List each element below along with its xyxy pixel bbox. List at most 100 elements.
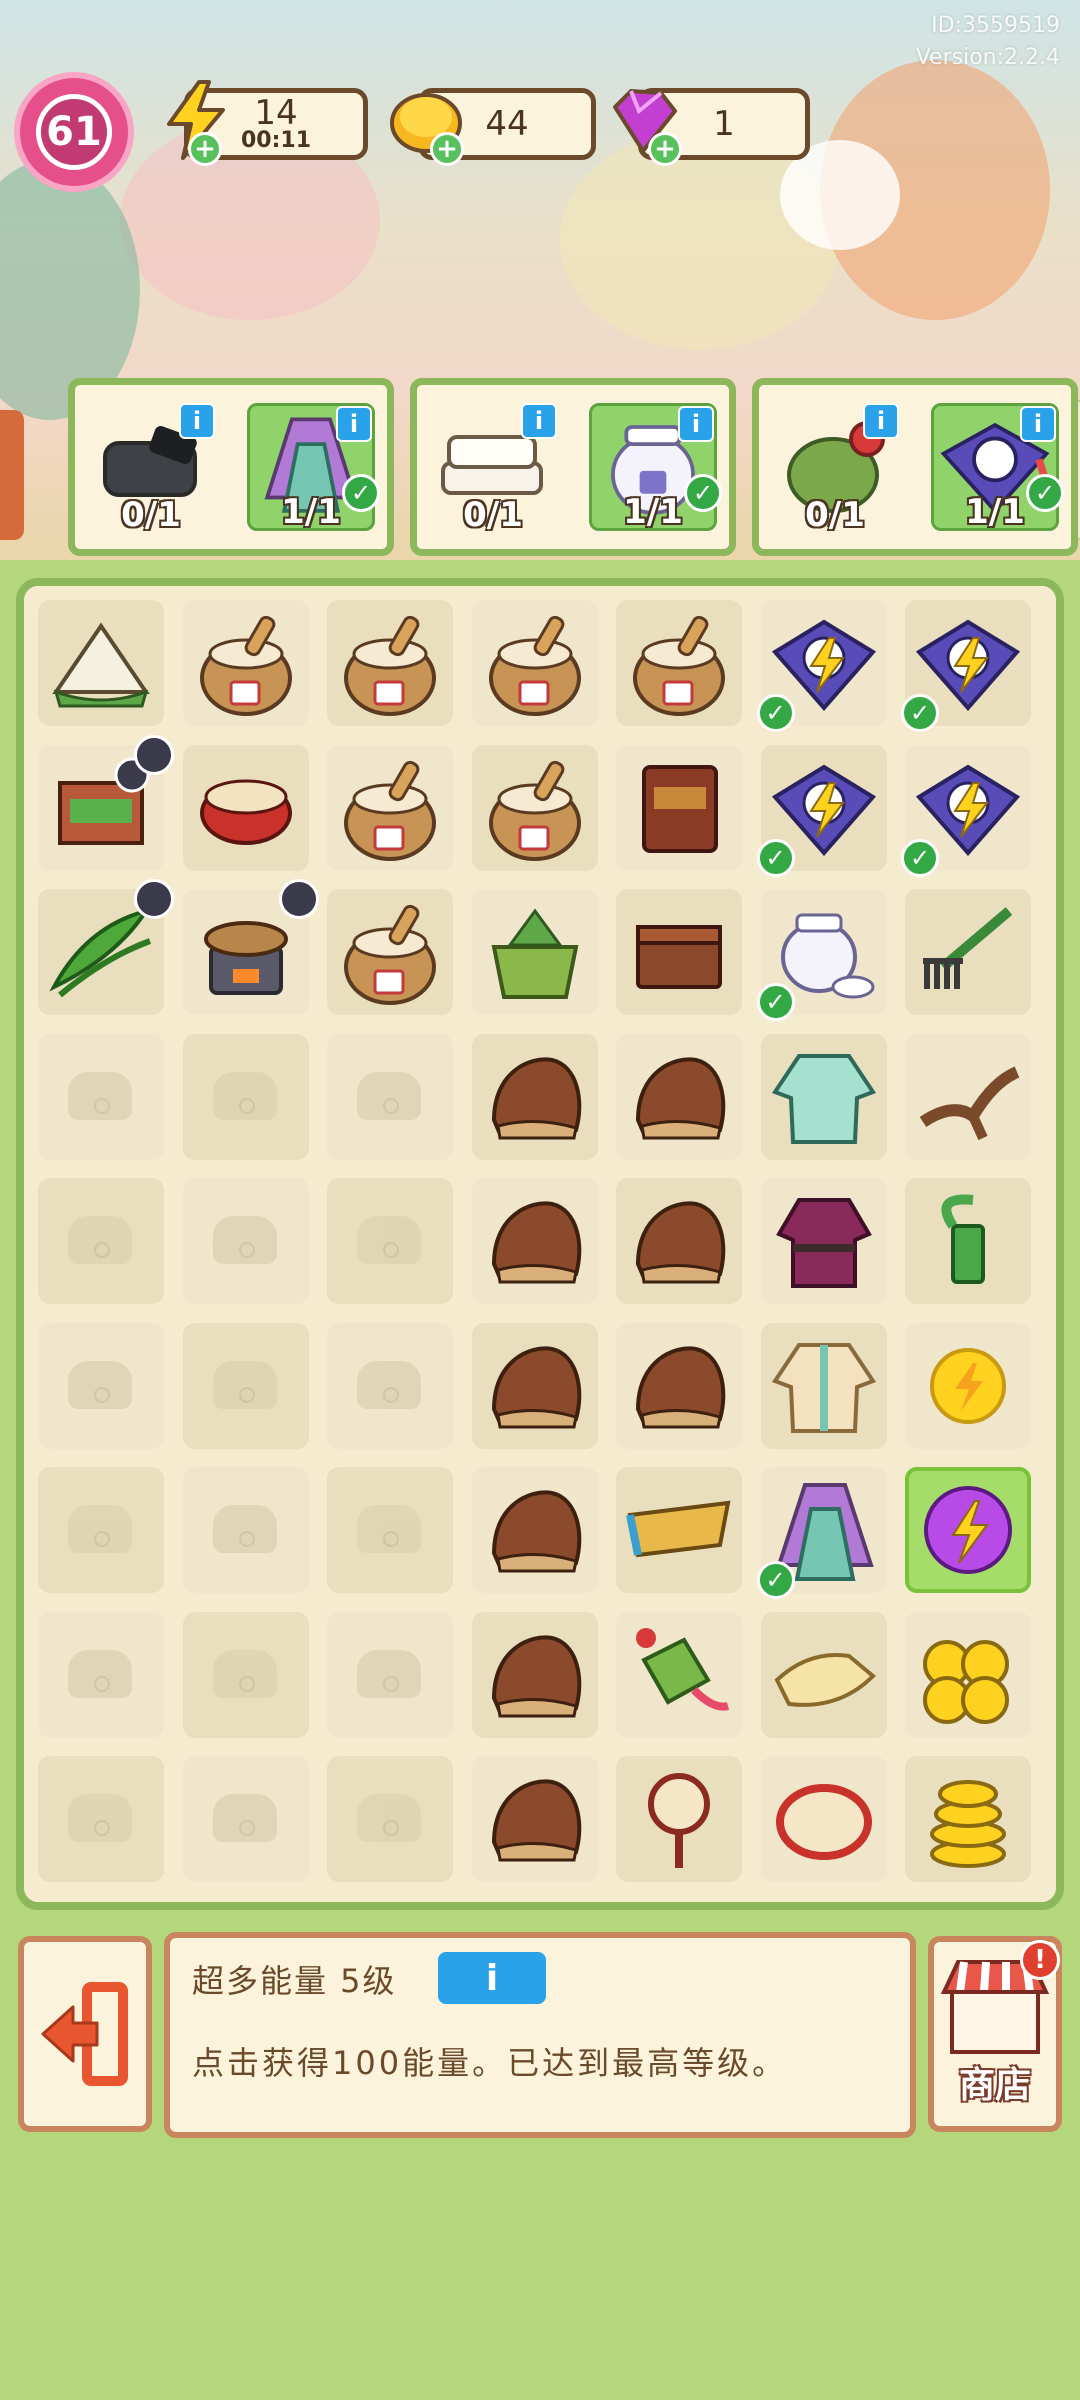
order-item-ink-stone[interactable]: 0/1 i [87,403,215,535]
board-cell[interactable]: ✓ [901,744,1031,877]
board-cell[interactable] [38,1322,164,1449]
board-cell[interactable] [905,1756,1031,1882]
green-robe-icon[interactable] [769,1042,879,1152]
board-cell[interactable] [38,879,174,1015]
board-cell[interactable] [182,600,309,726]
silk-cloth-icon[interactable] [769,1620,879,1730]
board-cell[interactable] [471,744,598,871]
board-cell[interactable] [327,1467,453,1593]
board-cell[interactable]: ✓ [756,744,887,877]
board-cell[interactable] [760,1611,887,1738]
board-cell[interactable] [327,1611,453,1738]
rice-sack-icon[interactable] [335,753,445,863]
board-cell[interactable] [616,1467,742,1593]
boat-tray-icon[interactable] [624,1475,734,1585]
board-cell[interactable] [616,1322,742,1449]
board-cell[interactable]: ✓ [756,1467,887,1599]
board-cell[interactable] [905,889,1031,1015]
rice-sack-icon[interactable] [335,608,445,718]
info-button[interactable]: i [521,403,557,439]
chestnut-icon[interactable] [624,1331,734,1441]
board-cell[interactable] [182,1756,309,1882]
order-card[interactable]: 0/1 i 1/1 i ✓ [410,378,736,556]
twig-icon[interactable] [913,1042,1023,1152]
board-cell[interactable] [471,1322,598,1449]
order-item-cream-jar[interactable]: 1/1 i ✓ [589,403,722,532]
board-cell[interactable] [182,879,319,1015]
board-cell[interactable] [905,1467,1031,1593]
board-cell[interactable] [471,1756,598,1882]
order-card[interactable]: 0/1 i 1/1 i ✓ [752,378,1078,556]
box-icon[interactable] [624,897,734,1007]
add-coins-button[interactable]: + [430,132,464,166]
item-info-button[interactable]: i [438,1952,546,2004]
rice-sack-icon[interactable] [480,608,590,718]
rice-sack-icon[interactable] [624,608,734,718]
board-cell[interactable] [760,1322,887,1449]
board-cell[interactable] [616,889,742,1015]
board-cell[interactable] [327,889,453,1015]
rice-sack-icon[interactable] [335,897,445,1007]
cabinet-icon[interactable] [624,753,734,863]
board-cell[interactable] [471,889,598,1015]
rice-sack-icon[interactable] [480,753,590,863]
rake-icon[interactable] [913,897,1023,1007]
chestnut-icon[interactable] [480,1042,590,1152]
board-cell[interactable] [760,1178,887,1304]
order-item-folded-cloth[interactable]: 0/1 i [429,403,557,535]
player-level-badge[interactable]: 61 [14,72,134,192]
chestnut-icon[interactable] [624,1042,734,1152]
board-cell[interactable] [182,1467,309,1593]
zongzi-duck-icon[interactable] [46,608,156,718]
board-cell[interactable] [905,1178,1031,1304]
board-cell[interactable] [327,744,453,871]
board-cell[interactable]: ✓ [901,600,1031,732]
board-cell[interactable] [38,1467,164,1593]
add-energy-button[interactable]: + [188,132,222,166]
pump-icon[interactable] [913,1186,1023,1296]
board-cell[interactable] [616,744,742,871]
board-cell[interactable] [905,1033,1031,1160]
drum-icon[interactable] [191,753,301,863]
board-cell[interactable] [471,1611,598,1738]
board-cell[interactable] [616,1611,742,1738]
coin-pile-icon[interactable] [913,1620,1023,1730]
board-cell[interactable] [327,1322,453,1449]
chestnut-icon[interactable] [480,1764,590,1874]
info-button[interactable]: i [1020,406,1056,442]
chestnut-icon[interactable] [480,1620,590,1730]
board-cell[interactable]: ✓ [756,600,887,732]
tambourine-icon[interactable] [769,1764,879,1874]
board-cell[interactable] [182,744,309,871]
order-item-bird-kite[interactable]: 1/1 i ✓ [931,403,1064,532]
chestnut-icon[interactable] [624,1186,734,1296]
order-item-hanfu-dress[interactable]: 1/1 i ✓ [247,403,380,532]
board-cell[interactable] [471,600,598,726]
board-cell[interactable]: ✓ [756,889,887,1021]
board-cell[interactable] [760,1033,887,1160]
chestnut-icon[interactable] [480,1331,590,1441]
board-cell[interactable] [38,1178,164,1304]
info-button[interactable]: i [678,406,714,442]
board-cell[interactable] [182,1178,309,1304]
board-cell[interactable] [471,1467,598,1593]
board-cell[interactable] [327,1033,453,1160]
shop-button[interactable]: 商店 ! [928,1936,1062,2132]
order-item-pouch[interactable]: 0/1 i [771,403,899,535]
rattle-drum-icon[interactable] [624,1764,734,1874]
board-cell[interactable] [471,1033,598,1160]
board-cell[interactable] [182,1322,309,1449]
purple-robe-icon[interactable] [769,1186,879,1296]
board-cell[interactable] [471,1178,598,1304]
board-cell[interactable] [327,1756,453,1882]
chestnut-icon[interactable] [480,1475,590,1585]
energy-coin-icon[interactable] [913,1331,1023,1441]
board-cell[interactable] [905,1611,1031,1738]
rice-sack-icon[interactable] [191,608,301,718]
info-button[interactable]: i [336,406,372,442]
beige-robe-icon[interactable] [769,1331,879,1441]
left-side-building[interactable] [0,410,24,540]
board-cell[interactable] [38,1611,164,1738]
info-button[interactable]: i [863,403,899,439]
add-gems-button[interactable]: + [648,132,682,166]
